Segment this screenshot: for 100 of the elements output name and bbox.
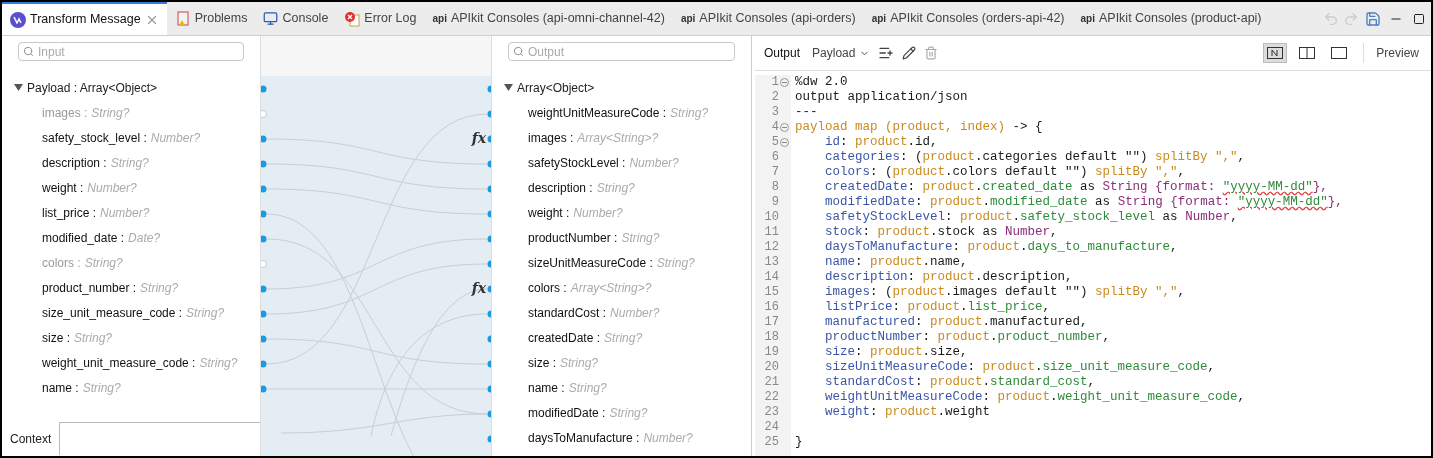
field-type: Number? [87, 179, 137, 197]
line-number: 15 [764, 285, 779, 300]
field-name[interactable]: productNumber : [528, 228, 618, 247]
line-number: 21 [764, 375, 779, 390]
field-name[interactable]: size_unit_measure_code : [42, 303, 183, 322]
maximize-icon[interactable] [1413, 12, 1425, 25]
field-name[interactable]: weight_unit_measure_code : [42, 353, 196, 372]
field-name[interactable]: product_number : [42, 278, 137, 297]
code-line: categories: (product.categories default "") splitBy ",", [824, 150, 1246, 164]
field-name[interactable]: description : [528, 178, 593, 197]
tree-root-label[interactable]: Payload : Array<Object> [27, 78, 158, 97]
line-number: 2 [771, 90, 779, 105]
add-list-icon[interactable] [878, 45, 895, 61]
field-name[interactable]: images : [528, 128, 574, 147]
preview-button[interactable]: Preview [1376, 44, 1419, 62]
line-number: 8 [771, 180, 779, 195]
field-name[interactable]: weight : [528, 203, 570, 222]
field-name[interactable]: description : [42, 153, 107, 172]
field-name[interactable]: modified_date : [42, 228, 125, 247]
field-type: String? [568, 379, 607, 397]
editor-tab[interactable]: Transform Message [2, 2, 167, 35]
search-icon [513, 46, 524, 57]
code-line: name: product.name, [824, 255, 968, 269]
code-line: %dw 2.0 [795, 75, 848, 89]
expand-triangle-icon[interactable] [504, 83, 513, 92]
field-type: Number? [573, 204, 623, 222]
api-label: api [871, 12, 887, 26]
edit-icon[interactable] [902, 46, 917, 60]
line-number: 19 [764, 345, 779, 360]
expand-triangle-icon[interactable] [14, 83, 23, 92]
code-line: daysToManufacture: product.days_to_manufacture, [824, 240, 1178, 254]
function-marker[interactable]: fx [471, 281, 486, 295]
undo-icon[interactable] [1323, 10, 1339, 27]
save-icon[interactable] [1365, 10, 1381, 27]
search-icon [23, 46, 34, 57]
field-name[interactable]: weightUnitMeasureCode : [528, 103, 667, 122]
line-number: 5 [771, 135, 779, 150]
editor-tab[interactable]: Problems [166, 2, 256, 35]
output-label: Output [764, 45, 801, 62]
code-line: manufactured: product.manufactured, [824, 315, 1088, 329]
field-type: String? [560, 354, 599, 372]
line-number: 20 [764, 360, 779, 375]
field-name[interactable]: size : [42, 328, 70, 347]
field-type: String? [186, 304, 225, 322]
field-type: String? [596, 179, 635, 197]
field-type: String? [91, 104, 130, 122]
function-marker[interactable]: fx [471, 131, 486, 145]
field-name[interactable]: list_price : [42, 203, 97, 222]
field-type: String? [621, 229, 660, 247]
line-number: 12 [764, 240, 779, 255]
editor-tab[interactable]: api APIkit Consoles (api-omni-channel-42) [424, 2, 673, 35]
payload-dropdown[interactable]: Payload [812, 44, 871, 62]
problems-icon [174, 10, 191, 27]
transform-logo-icon [10, 11, 26, 28]
field-type: String? [74, 329, 113, 347]
code-line: sizeUnitMeasureCode: product.size_unit_measure_code, [824, 360, 1216, 374]
field-name[interactable]: name : [42, 378, 79, 397]
field-name[interactable]: name : [528, 378, 565, 397]
field-name[interactable]: size : [528, 353, 556, 372]
field-name[interactable]: standardCost : [528, 303, 607, 322]
field-type: String? [84, 254, 123, 272]
editor-tab[interactable]: api APIkit Consoles (orders-api-42) [863, 2, 1073, 35]
code-line: safetyStockLevel: product.safety_stock_level as Number, [824, 210, 1238, 224]
field-type: String? [82, 379, 121, 397]
field-name[interactable]: daysToManufacture : [528, 428, 640, 447]
editor-tab[interactable]: Console [255, 2, 337, 35]
context-tab[interactable]: Context [2, 422, 61, 455]
field-type: Number? [610, 304, 660, 322]
field-name[interactable]: colors : [528, 278, 567, 297]
line-number: 23 [764, 405, 779, 420]
field-type: Number? [150, 129, 201, 147]
field-type: String? [604, 329, 643, 347]
field-type: String? [656, 254, 695, 272]
editor-tab[interactable]: api APIkit Consoles (product-api) [1072, 2, 1270, 35]
editor-tab[interactable]: api APIkit Consoles (api-orders) [672, 2, 864, 35]
field-name[interactable]: modifiedDate : [528, 403, 606, 422]
field-name[interactable]: safetyStockLevel : [528, 153, 626, 172]
layout-toggle[interactable] [1263, 43, 1288, 63]
code-line: payload map (product, index) -> { [795, 120, 1043, 134]
editor-tab[interactable]: Error Log [336, 2, 425, 35]
api-label: api [1080, 12, 1095, 26]
tree-root-label[interactable]: Array<Object> [517, 78, 595, 97]
field-name[interactable]: weight : [42, 178, 84, 197]
line-number: 22 [764, 390, 779, 405]
code-line: output application/json [795, 90, 968, 104]
line-number: 13 [764, 255, 779, 270]
code-line: listPrice: product.list_price, [824, 300, 1051, 314]
field-name[interactable]: safety_stock_level : [42, 128, 147, 147]
field-name[interactable]: sizeUnitMeasureCode : [528, 253, 653, 272]
line-number: 14 [764, 270, 779, 285]
code-line: --- [795, 105, 818, 119]
code-line: id: product.id, [824, 135, 938, 149]
field-type: Array<String>? [577, 129, 659, 147]
delete-icon[interactable] [924, 46, 939, 60]
line-number: 3 [771, 105, 779, 120]
error-icon [344, 10, 361, 27]
line-number: 17 [764, 315, 779, 330]
line-number: 4 [771, 120, 779, 135]
field-name[interactable]: createdDate : [528, 328, 601, 347]
redo-icon[interactable] [1343, 10, 1359, 27]
